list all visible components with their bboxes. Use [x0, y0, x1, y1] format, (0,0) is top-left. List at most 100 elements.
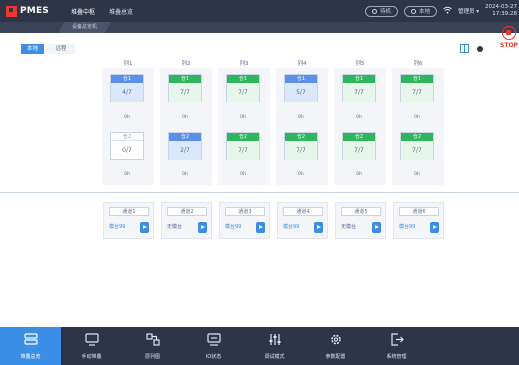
bin-cell[interactable]: 仓1 5/7	[284, 74, 318, 102]
bin-cell[interactable]: 仓2 7/7	[342, 132, 376, 160]
bin-count: 7/7	[343, 141, 375, 160]
user-menu[interactable]: 管理员 ▾	[458, 7, 479, 15]
bottom-nav-system[interactable]: 系统管理	[366, 327, 427, 365]
bottom-nav: 堆叠总览 手动堆叠 层列图 IO状态 调试模式 参数配置 系统管理	[0, 327, 519, 365]
channel-go-button[interactable]	[140, 222, 149, 233]
bin-label: 仓1	[111, 75, 143, 83]
bottom-nav-label: 参数配置	[325, 354, 346, 360]
column-panel: 仓1 7/7 0h 仓2 7/7 0h	[218, 68, 270, 185]
logout-icon	[390, 333, 404, 346]
bottom-nav-debug-mode[interactable]: 调试模式	[244, 327, 305, 365]
breadcrumb[interactable]: 设备总览机	[58, 22, 111, 33]
bin-label: 仓2	[227, 133, 259, 141]
bin-cell[interactable]: 仓2 0/7	[110, 132, 144, 160]
bin-label: 仓2	[401, 133, 433, 141]
column-header: 列1	[123, 61, 133, 67]
bottom-nav-label: 系统管理	[386, 354, 407, 360]
clock: 2024-03-27 17:39:28	[485, 4, 519, 18]
bin-hours: 0h	[298, 172, 304, 177]
channel-go-button[interactable]	[256, 222, 265, 233]
channel-value[interactable]: 无模台	[167, 222, 197, 233]
bin-hours: 0h	[240, 172, 246, 177]
bin-count: 4/7	[111, 83, 143, 102]
bin-label: 仓1	[401, 75, 433, 83]
bin-cell[interactable]: 仓1 7/7	[342, 74, 376, 102]
channel-title: 通道5	[341, 207, 381, 216]
channel-value[interactable]: 模台99	[225, 222, 255, 233]
channel-value[interactable]: 无模台	[341, 222, 371, 233]
help-icon[interactable]	[477, 46, 483, 52]
bin-label: 仓2	[169, 133, 201, 141]
gear-icon	[330, 334, 341, 345]
clock-date: 2024-03-27	[485, 4, 517, 10]
bin-label: 仓1	[227, 75, 259, 83]
bottom-nav-layer-map[interactable]: 层列图	[122, 327, 183, 365]
bin-hours: 0h	[240, 115, 246, 120]
bin-count: 7/7	[169, 83, 201, 102]
bin-cell[interactable]: 仓1 7/7	[226, 74, 260, 102]
standby-pill[interactable]: 待机	[364, 5, 398, 17]
bottom-nav-io-status[interactable]: IO状态	[183, 327, 244, 365]
channel-value[interactable]: 模台99	[283, 222, 313, 233]
bottom-nav-stack-overview[interactable]: 堆叠总览	[0, 327, 61, 365]
bin-hours: 0h	[182, 115, 188, 120]
tab-local[interactable]: 本地	[21, 44, 44, 54]
bottom-nav-label: 调试模式	[264, 354, 285, 360]
column-header: 列2	[181, 61, 191, 67]
bin-cell[interactable]: 仓2 7/7	[284, 132, 318, 160]
channel-go-button[interactable]	[198, 222, 207, 233]
channel-go-button[interactable]	[372, 222, 381, 233]
local-mode-pill[interactable]: 本地	[403, 5, 437, 17]
channel-title: 通道1	[109, 207, 149, 216]
tab-remote[interactable]: 远程	[47, 44, 75, 54]
channel-title: 通道2	[167, 207, 207, 216]
bin-cell[interactable]: 仓2 7/7	[400, 132, 434, 160]
bin-hours: 0h	[124, 172, 130, 177]
channel-value[interactable]: 模台99	[109, 222, 139, 233]
stop-label: STOP	[500, 42, 518, 49]
channel-card: 通道2 无模台	[161, 202, 212, 239]
bin-hours: 0h	[298, 115, 304, 120]
bin-label: 仓1	[169, 75, 201, 83]
column-panel: 仓1 5/7 0h 仓2 7/7 0h	[276, 68, 328, 185]
channel-title: 通道6	[399, 207, 439, 216]
standby-label: 待机	[379, 9, 391, 15]
bin-cell[interactable]: 仓1 7/7	[168, 74, 202, 102]
nav-stack-overview[interactable]: 堆叠总览	[102, 7, 140, 16]
bin-count: 7/7	[343, 83, 375, 102]
column-header: 列3	[239, 61, 249, 67]
logo-icon	[6, 5, 17, 17]
section-divider	[0, 192, 519, 193]
bin-cell[interactable]: 仓1 7/7	[400, 74, 434, 102]
bin-hours: 0h	[124, 115, 130, 120]
stack-icon	[23, 333, 38, 345]
wifi-icon	[443, 6, 452, 16]
book-icon[interactable]	[460, 44, 469, 53]
channel-go-button[interactable]	[430, 222, 439, 233]
bin-cell[interactable]: 仓2 2/7	[168, 132, 202, 160]
bin-hours: 0h	[356, 172, 362, 177]
logo-text: PMES	[20, 6, 49, 16]
bin-count: 7/7	[227, 83, 259, 102]
bottom-nav-label: 堆叠总览	[20, 354, 41, 360]
breadcrumb-bar: 设备总览机	[0, 22, 519, 33]
column-header: 列4	[297, 61, 307, 67]
bin-hours: 0h	[414, 115, 420, 120]
bin-count: 7/7	[227, 141, 259, 160]
bin-cell[interactable]: 仓1 4/7	[110, 74, 144, 102]
top-nav: 堆叠中枢 堆叠总览	[64, 7, 140, 16]
nav-stack-hub[interactable]: 堆叠中枢	[64, 7, 102, 16]
mode-tabs: 本地 远程	[21, 44, 75, 54]
channel-title: 通道4	[283, 207, 323, 216]
channel-value[interactable]: 模台99	[399, 222, 429, 233]
bottom-nav-manual-stack[interactable]: 手动堆叠	[61, 327, 122, 365]
bin-cell[interactable]: 仓2 7/7	[226, 132, 260, 160]
column-panel: 仓1 7/7 0h 仓2 7/7 0h	[392, 68, 444, 185]
bin-count: 7/7	[285, 141, 317, 160]
bottom-nav-parameters[interactable]: 参数配置	[305, 327, 366, 365]
bin-count: 7/7	[401, 141, 433, 160]
column-header: 列5	[355, 61, 365, 67]
channel-go-button[interactable]	[314, 222, 323, 233]
bottom-nav-label: 手动堆叠	[81, 354, 102, 360]
stop-button[interactable]: STOP	[499, 25, 519, 57]
